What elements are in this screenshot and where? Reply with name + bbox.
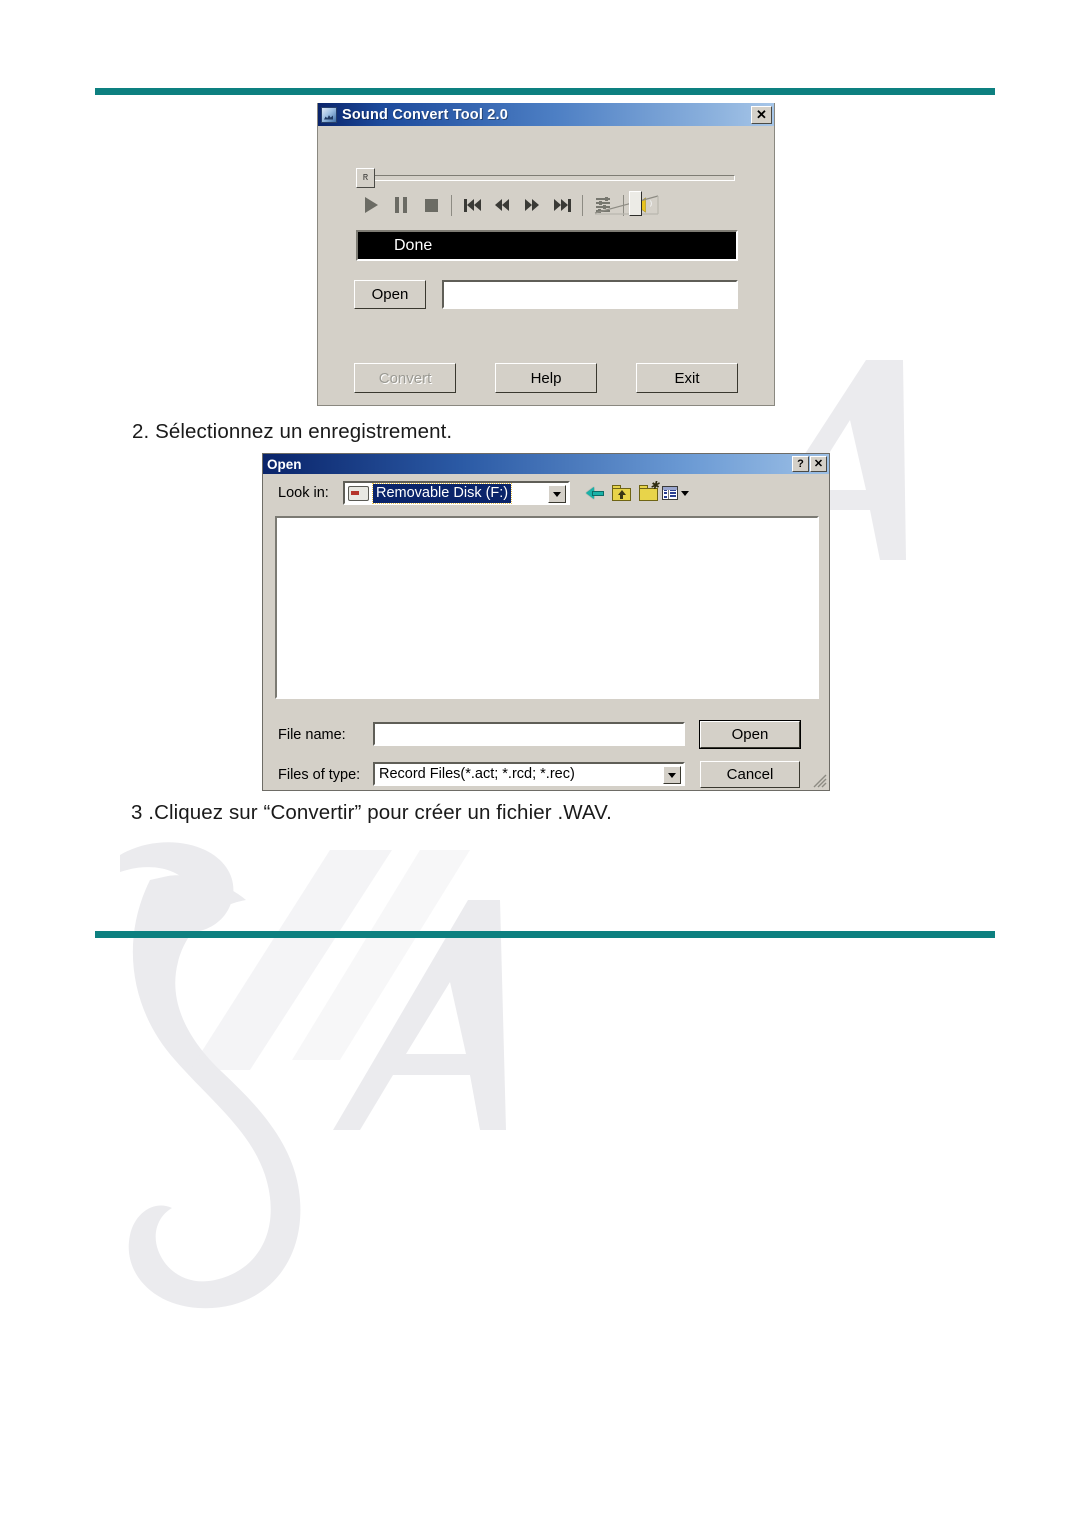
file-list[interactable]	[275, 516, 819, 699]
file-path-input[interactable]	[442, 280, 738, 309]
sound-convert-body: R Done Open Convert Help Exit	[318, 126, 774, 405]
open-button[interactable]: Open	[699, 720, 801, 749]
stop-icon	[424, 198, 438, 212]
close-icon[interactable]: ✕	[810, 456, 827, 472]
files-of-type-value: Record Files(*.act; *.rcd; *.rec)	[379, 766, 575, 782]
cancel-button[interactable]: Cancel	[700, 761, 800, 788]
stop-button[interactable]	[416, 193, 446, 217]
play-icon	[364, 197, 378, 213]
help-icon[interactable]: ?	[792, 456, 809, 472]
fast-forward-button[interactable]	[517, 193, 547, 217]
skip-forward-icon	[553, 198, 571, 212]
status-display: Done	[356, 230, 738, 261]
look-in-selected-value: Removable Disk (F:)	[371, 482, 513, 504]
transport-controls	[356, 191, 746, 218]
transport-separator-1	[451, 194, 452, 216]
removable-drive-icon	[348, 485, 369, 501]
sound-wave-icon	[321, 106, 337, 123]
back-icon	[585, 486, 604, 500]
files-of-type-label: Files of type:	[278, 767, 361, 783]
resize-grip[interactable]	[813, 774, 827, 788]
open-file-dialog: Open ? ✕ Look in: Removable Disk (F:) ✱	[262, 453, 830, 791]
look-in-label: Look in:	[278, 485, 329, 501]
convert-button[interactable]: Convert	[354, 363, 456, 393]
chevron-down-icon[interactable]	[663, 766, 681, 784]
seek-slider-track[interactable]	[367, 175, 735, 181]
up-one-level-button[interactable]	[608, 481, 635, 505]
views-icon	[662, 486, 678, 500]
pause-button[interactable]	[386, 193, 416, 217]
new-folder-icon: ✱	[639, 481, 659, 501]
status-text: Done	[394, 236, 433, 254]
rewind-icon	[495, 199, 509, 211]
skip-back-icon	[463, 198, 481, 212]
chevron-down-icon[interactable]	[681, 490, 689, 496]
look-in-row: Look in: Removable Disk (F:) ✱	[263, 481, 829, 507]
pause-icon	[395, 197, 407, 213]
new-folder-button[interactable]: ✱	[635, 481, 662, 505]
up-one-level-icon	[612, 485, 631, 501]
play-button[interactable]	[356, 193, 386, 217]
seek-slider-thumb[interactable]: R	[356, 168, 375, 188]
views-button[interactable]	[662, 481, 689, 505]
back-button[interactable]	[581, 481, 608, 505]
next-track-button[interactable]	[547, 193, 577, 217]
step-3-caption: 3 .Cliquez sur “Convertir” pour créer un…	[131, 801, 612, 824]
look-in-combobox[interactable]: Removable Disk (F:)	[343, 481, 570, 505]
rewind-button[interactable]	[487, 193, 517, 217]
previous-track-button[interactable]	[457, 193, 487, 217]
chevron-down-icon[interactable]	[548, 485, 566, 503]
transport-separator-2	[582, 194, 583, 216]
files-of-type-combobox[interactable]: Record Files(*.act; *.rcd; *.rec)	[373, 762, 685, 786]
sound-convert-titlebar: Sound Convert Tool 2.0 ✕	[318, 103, 774, 126]
volume-wedge-icon	[594, 195, 659, 215]
step-2-caption: 2. Sélectionnez un enregistrement.	[132, 420, 453, 443]
fast-forward-icon	[525, 199, 539, 211]
open-dialog-toolbar: ✱	[581, 481, 689, 505]
sound-convert-tool-window: Sound Convert Tool 2.0 ✕ R Done Open Con…	[317, 103, 775, 406]
seek-slider[interactable]: R	[356, 167, 736, 189]
seek-slider-thumb-label: R	[362, 173, 369, 183]
close-icon[interactable]: ✕	[751, 105, 772, 124]
volume-slider-thumb[interactable]	[629, 191, 642, 216]
footer-rule	[95, 931, 995, 938]
open-dialog-titlebar: Open ? ✕	[263, 454, 829, 474]
file-name-label: File name:	[278, 727, 346, 743]
sound-convert-title: Sound Convert Tool 2.0	[342, 106, 509, 123]
volume-slider[interactable]	[594, 191, 660, 216]
file-name-input[interactable]	[373, 722, 685, 746]
exit-button[interactable]: Exit	[636, 363, 738, 393]
header-rule	[95, 88, 995, 95]
help-button[interactable]: Help	[495, 363, 597, 393]
open-file-button[interactable]: Open	[354, 280, 426, 309]
open-dialog-title: Open	[267, 456, 302, 472]
